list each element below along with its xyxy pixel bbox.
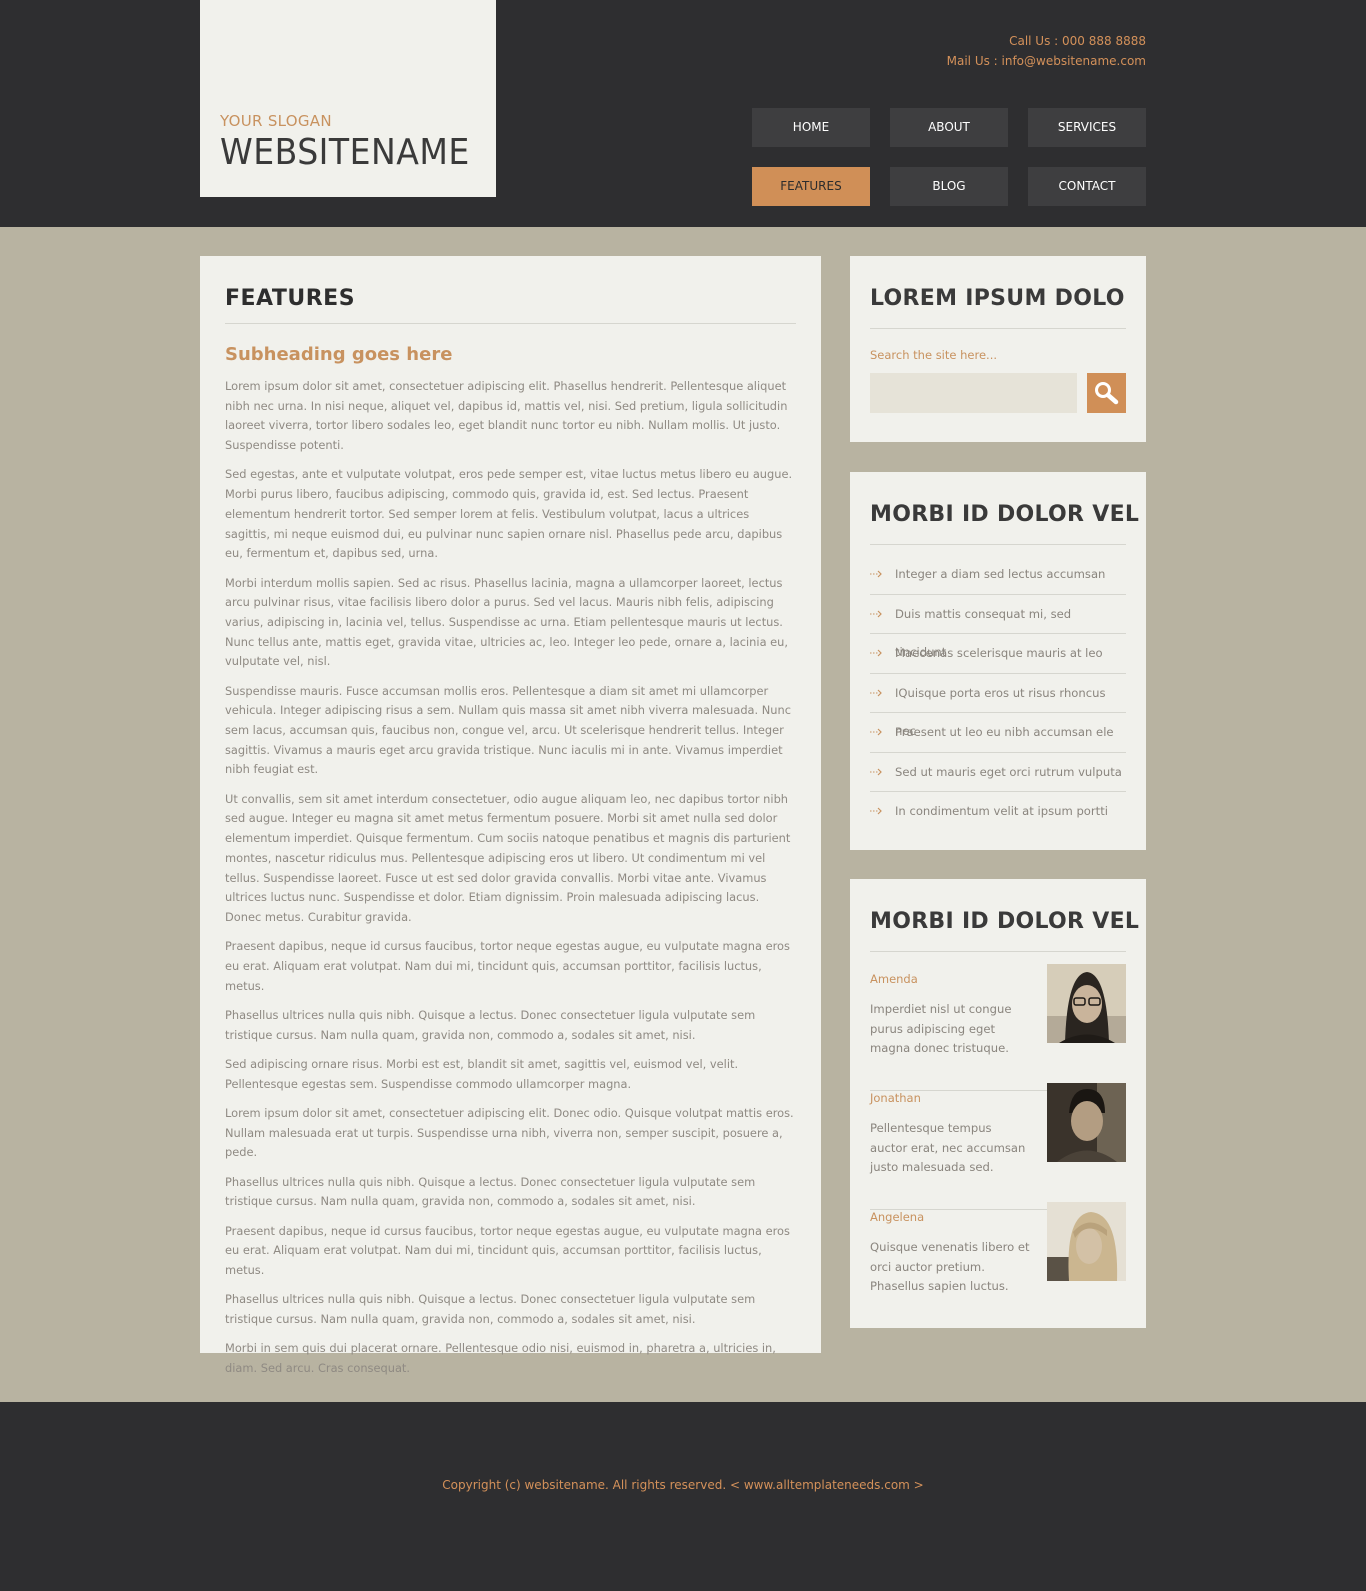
search-button[interactable] — [1087, 373, 1126, 413]
search-input[interactable] — [870, 373, 1077, 413]
arrow-right-icon — [870, 689, 882, 696]
arrow-right-icon — [870, 649, 882, 657]
widget-divider — [870, 951, 1126, 952]
site-name[interactable]: WEBSITENAME — [220, 132, 470, 173]
avatar[interactable] — [1047, 1083, 1126, 1162]
search-widget: LOREM IPSUM DOLO Search the site here... — [850, 256, 1146, 442]
person-entry: Angelena Quisque venenatis libero et orc… — [870, 1202, 1126, 1300]
paragraph: Lorem ipsum dolor sit amet, consectetuer… — [225, 379, 788, 453]
list-item[interactable]: IQuisque porta eros ut risus rhoncus nec — [870, 674, 1126, 738]
list-item[interactable]: Praesent ut leo eu nibh accumsan ele — [870, 713, 1126, 753]
person-name[interactable]: Amenda — [870, 972, 918, 986]
page-title: FEATURES — [225, 286, 356, 311]
person-name[interactable]: Angelena — [870, 1210, 924, 1224]
widget-divider — [870, 544, 1126, 545]
links-widget-title: MORBI ID DOLOR VEL — [870, 502, 1140, 527]
site-header: YOUR SLOGAN WEBSITENAME Call Us : 000 88… — [0, 0, 1366, 227]
arrow-right-icon — [870, 728, 882, 736]
person-name[interactable]: Jonathan — [870, 1091, 921, 1105]
list-item-label: Praesent ut leo eu nibh accumsan ele — [895, 725, 1114, 739]
nav-services[interactable]: SERVICES — [1028, 108, 1146, 147]
avatar-photo — [1047, 1083, 1126, 1162]
paragraph: Sed adipiscing ornare risus. Morbi est e… — [225, 1056, 739, 1091]
site-footer: Copyright (c) websitename. All rights re… — [0, 1402, 1366, 1591]
nav-home[interactable]: HOME — [752, 108, 870, 147]
link-list: Integer a diam sed lectus accumsan Duis … — [870, 555, 1126, 832]
testimonials-widget: MORBI ID DOLOR VEL Amenda Imperdiet nisl… — [850, 879, 1146, 1328]
paragraph: Phasellus ultrices nulla quis nibh. Quis… — [225, 1174, 756, 1209]
paragraph: Phasellus ultrices nulla quis nibh. Quis… — [225, 1007, 756, 1042]
paragraph: Ut convallis, sem sit amet interdum cons… — [225, 791, 791, 924]
avatar[interactable] — [1047, 964, 1126, 1043]
site-slogan: YOUR SLOGAN — [220, 112, 332, 130]
contact-info: Call Us : 000 888 8888 Mail Us : info@we… — [947, 31, 1146, 71]
arrow-right-icon — [870, 807, 882, 815]
arrow-right-icon — [870, 570, 882, 578]
search-label: Search the site here... — [870, 348, 997, 362]
nav-contact[interactable]: CONTACT — [1028, 167, 1146, 206]
mail-us-text[interactable]: Mail Us : info@websitename.com — [947, 51, 1146, 71]
list-item-label: Integer a diam sed lectus accumsan — [895, 567, 1106, 581]
links-widget: MORBI ID DOLOR VEL Integer a diam sed le… — [850, 472, 1146, 850]
list-item[interactable]: Duis mattis consequat mi, sed tincidunt — [870, 595, 1126, 659]
main-content: FEATURES Subheading goes here Lorem ipsu… — [200, 256, 821, 1375]
title-divider — [225, 323, 796, 324]
subheading: Subheading goes here — [225, 344, 453, 365]
list-item-label: Sed ut mauris eget orci rutrum vulputa — [895, 764, 1122, 779]
paragraph: Sed egestas, ante et vulputate volutpat,… — [225, 467, 793, 561]
arrow-right-icon — [870, 610, 882, 617]
list-item[interactable]: Maecenas scelerisque mauris at leo — [870, 634, 1126, 674]
avatar-photo — [1047, 1202, 1126, 1281]
nav-about[interactable]: ABOUT — [890, 108, 1008, 147]
call-us-text: Call Us : 000 888 8888 — [1009, 34, 1146, 48]
testimonials-widget-title: MORBI ID DOLOR VEL — [870, 909, 1140, 934]
nav-blog[interactable]: BLOG — [890, 167, 1008, 206]
person-entry: Jonathan Pellentesque tempus auctor erat… — [870, 1083, 1126, 1210]
paragraph: Morbi in sem quis dui placerat ornare. P… — [225, 1341, 776, 1376]
nav-features[interactable]: FEATURES — [752, 167, 870, 206]
avatar[interactable] — [1047, 1202, 1126, 1281]
avatar-photo — [1047, 964, 1126, 1043]
paragraph: Phasellus ultrices nulla quis nibh. Quis… — [225, 1292, 756, 1327]
widget-divider — [870, 328, 1126, 329]
logo-box[interactable]: YOUR SLOGAN WEBSITENAME — [200, 0, 496, 197]
list-item[interactable]: Integer a diam sed lectus accumsan — [870, 555, 1126, 595]
list-item-label: In condimentum velit at ipsum portti — [895, 804, 1108, 818]
person-quote: Pellentesque tempus auctor erat, nec acc… — [870, 1121, 1026, 1175]
paragraph: Suspendisse mauris. Fusce accumsan molli… — [225, 683, 792, 777]
arrow-right-icon — [870, 768, 882, 775]
person-quote: Quisque venenatis libero et orci auctor … — [870, 1240, 1030, 1294]
copyright-text[interactable]: Copyright (c) websitename. All rights re… — [0, 1478, 1366, 1492]
search-widget-title: LOREM IPSUM DOLO — [870, 286, 1125, 311]
search-icon — [1095, 382, 1119, 405]
paragraph: Morbi interdum mollis sapien. Sed ac ris… — [225, 575, 789, 669]
person-quote: Imperdiet nisl ut congue purus adipiscin… — [870, 1002, 1012, 1056]
paragraph: Praesent dapibus, neque id cursus faucib… — [225, 939, 790, 993]
paragraph: Praesent dapibus, neque id cursus faucib… — [225, 1223, 790, 1278]
list-item[interactable]: In condimentum velit at ipsum portti — [870, 792, 1126, 832]
paragraph: Lorem ipsum dolor sit amet, consectetuer… — [225, 1105, 794, 1160]
person-entry: Amenda Imperdiet nisl ut congue purus ad… — [870, 964, 1126, 1091]
list-item[interactable]: Sed ut mauris eget orci rutrum vulputa — [870, 753, 1126, 792]
article-body: Lorem ipsum dolor sit amet, consectetuer… — [225, 377, 796, 1388]
list-item-label: Maecenas scelerisque mauris at leo — [895, 646, 1103, 660]
